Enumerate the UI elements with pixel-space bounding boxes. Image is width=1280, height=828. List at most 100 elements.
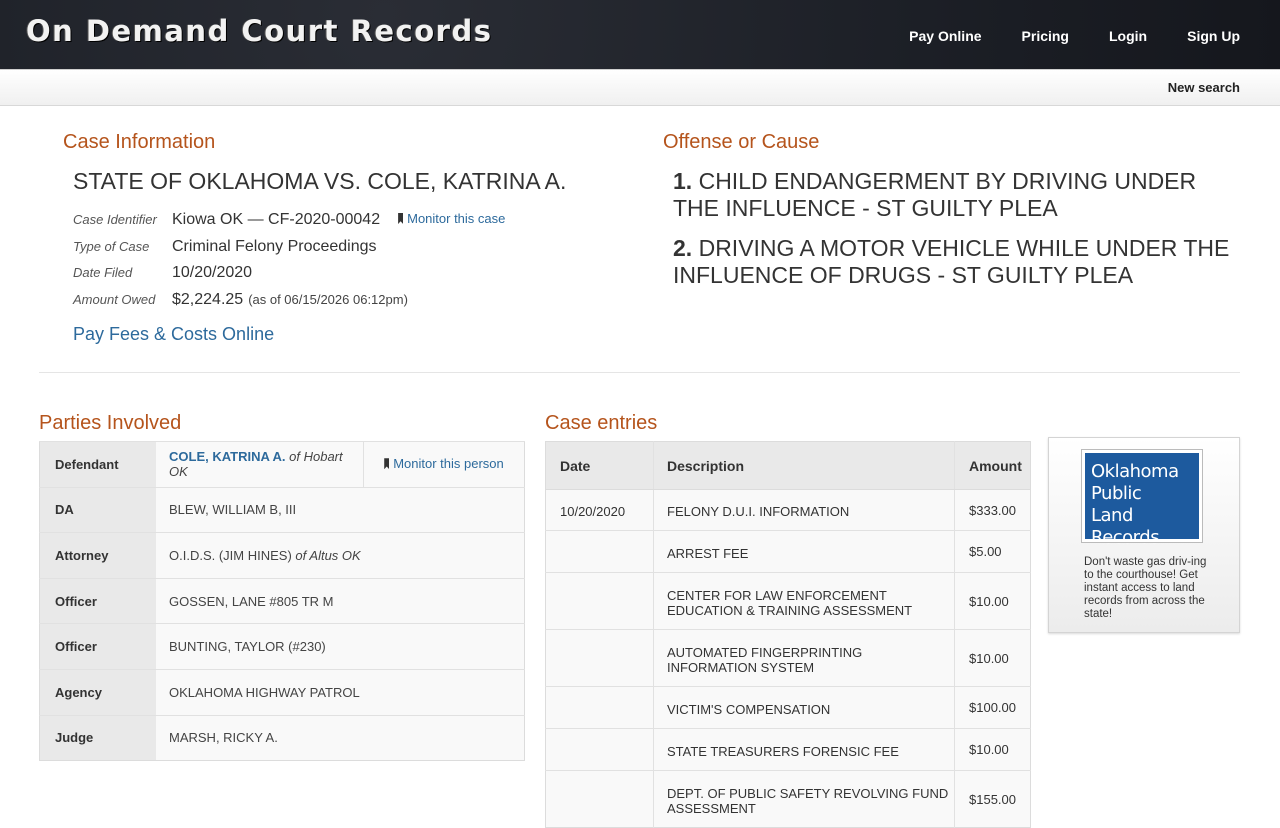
- offense-heading: Offense or Cause: [663, 131, 820, 153]
- entry-amount: $333.00: [954, 489, 1031, 531]
- table-row: 10/20/2020 FELONY D.U.I. INFORMATION $33…: [545, 489, 1031, 531]
- entries-table: Date Description Amount 10/20/2020 FELON…: [545, 441, 1031, 828]
- table-row: Agency OKLAHOMA HIGHWAY PATROL: [39, 668, 525, 716]
- party-role: Attorney: [39, 532, 156, 579]
- defendant-link[interactable]: COLE, KATRINA A.: [169, 449, 286, 464]
- nav-sign-up[interactable]: Sign Up: [1187, 28, 1240, 44]
- party-role: Judge: [39, 714, 156, 761]
- entry-amount: $10.00: [954, 572, 1031, 630]
- bookmark-icon: [384, 458, 390, 470]
- party-role: Agency: [39, 668, 156, 716]
- section-divider: [39, 372, 1240, 373]
- entry-description: CENTER FOR LAW ENFORCEMENT EDUCATION & T…: [653, 572, 955, 630]
- offense-number: 2.: [673, 235, 693, 261]
- site-header: On Demand Court Records Pay Online Prici…: [0, 0, 1280, 69]
- party-role: Officer: [39, 623, 156, 670]
- column-header-description: Description: [653, 441, 955, 490]
- party-name-cell: O.I.D.S. (JIM HINES) of Altus OK: [156, 532, 525, 579]
- pay-fees-link[interactable]: Pay Fees & Costs Online: [73, 324, 274, 345]
- party-name: BUNTING, TAYLOR (#230): [156, 623, 525, 670]
- table-row: Attorney O.I.D.S. (JIM HINES) of Altus O…: [39, 532, 525, 579]
- entry-description: FELONY D.U.I. INFORMATION: [653, 489, 955, 531]
- logo-line: Public: [1091, 483, 1142, 504]
- parties-table: Defendant COLE, KATRINA A. of Hobart OK …: [39, 441, 525, 762]
- bookmark-icon: [398, 213, 404, 224]
- monitor-person-link[interactable]: Monitor this person: [384, 456, 504, 471]
- table-row: DA BLEW, WILLIAM B, III: [39, 486, 525, 533]
- offense-number: 1.: [673, 168, 693, 194]
- table-row: ARREST FEE $5.00: [545, 530, 1031, 573]
- entry-date: [545, 728, 654, 771]
- new-search-link[interactable]: New search: [1168, 80, 1240, 95]
- entry-date: 10/20/2020: [545, 489, 654, 531]
- entry-date: [545, 572, 654, 630]
- entry-description: VICTIM'S COMPENSATION: [653, 686, 955, 729]
- nav-pricing[interactable]: Pricing: [1022, 28, 1069, 44]
- table-row: AUTOMATED FINGERPRINTING INFORMATION SYS…: [545, 629, 1031, 687]
- date-filed-value: 10/20/2020: [172, 264, 253, 281]
- table-row: Officer GOSSEN, LANE #805 TR M: [39, 577, 525, 624]
- entry-description: AUTOMATED FINGERPRINTING INFORMATION SYS…: [653, 629, 955, 687]
- entry-amount: $100.00: [954, 686, 1031, 729]
- entry-description: DEPT. OF PUBLIC SAFETY REVOLVING FUND AS…: [653, 770, 955, 828]
- monitor-cell: Monitor this person: [363, 441, 525, 488]
- entry-amount: $10.00: [954, 629, 1031, 687]
- land-records-ad[interactable]: Oklahoma Public Land Records Don't waste…: [1048, 437, 1240, 633]
- table-row: DEPT. OF PUBLIC SAFETY REVOLVING FUND AS…: [545, 770, 1031, 828]
- case-identifier-value: Kiowa OK — CF-2020-00042: [172, 211, 381, 228]
- field-label: Type of Case: [73, 238, 150, 254]
- offense-list: 1. CHILD ENDANGERMENT BY DRIVING UNDER T…: [673, 168, 1233, 302]
- entry-date: [545, 770, 654, 828]
- entry-date: [545, 686, 654, 729]
- case-type-value: Criminal Felony Proceedings: [172, 237, 377, 255]
- offense-item: 1. CHILD ENDANGERMENT BY DRIVING UNDER T…: [673, 168, 1233, 222]
- offense-text: CHILD ENDANGERMENT BY DRIVING UNDER THE …: [673, 168, 1197, 221]
- party-name: GOSSEN, LANE #805 TR M: [156, 577, 525, 624]
- entry-amount: $10.00: [954, 728, 1031, 771]
- case-info-heading: Case Information: [63, 131, 216, 153]
- amount-owed-value: $2,224.25: [172, 290, 244, 308]
- monitor-person-label: Monitor this person: [393, 456, 504, 472]
- entry-amount: $5.00: [954, 530, 1031, 573]
- ad-text: Don't waste gas driv-ing to the courthou…: [1084, 556, 1207, 620]
- party-role: Officer: [39, 577, 156, 624]
- field-label: Date Filed: [73, 265, 133, 280]
- date-filed-row: Date Filed 10/20/2020: [73, 264, 505, 291]
- entry-amount: $155.00: [954, 770, 1031, 828]
- case-type-row: Type of Case Criminal Felony Proceedings: [73, 238, 505, 265]
- table-row: Judge MARSH, RICKY A.: [39, 714, 525, 761]
- party-name-cell: COLE, KATRINA A. of Hobart OK: [156, 441, 364, 488]
- amount-owed-row: Amount Owed $2,224.25 (as of 06/15/2026 …: [73, 291, 505, 318]
- party-name: BLEW, WILLIAM B, III: [156, 486, 525, 533]
- logo-line: Oklahoma: [1091, 461, 1179, 482]
- column-header-amount: Amount: [954, 441, 1031, 490]
- logo-line: Land Records: [1091, 505, 1160, 548]
- entries-heading: Case entries: [545, 412, 658, 434]
- case-info-fields: Case Identifier Kiowa OK — CF-2020-00042…: [73, 211, 505, 317]
- amount-owed-note: (as of 06/15/2026 06:12pm): [248, 291, 408, 307]
- nav-login[interactable]: Login: [1109, 28, 1147, 44]
- party-role: Defendant: [39, 441, 156, 488]
- entry-description: ARREST FEE: [653, 530, 955, 573]
- nav-pay-online[interactable]: Pay Online: [909, 28, 981, 44]
- table-row: Officer BUNTING, TAYLOR (#230): [39, 623, 525, 670]
- top-nav: Pay Online Pricing Login Sign Up: [869, 28, 1240, 44]
- table-row: STATE TREASURERS FORENSIC FEE $10.00: [545, 728, 1031, 771]
- offense-text: DRIVING A MOTOR VEHICLE WHILE UNDER THE …: [673, 235, 1230, 288]
- case-title: STATE OF OKLAHOMA VS. COLE, KATRINA A.: [73, 168, 567, 194]
- sub-nav-bar: New search: [0, 69, 1280, 106]
- offense-item: 2. DRIVING A MOTOR VEHICLE WHILE UNDER T…: [673, 235, 1233, 289]
- entry-date: [545, 629, 654, 687]
- table-row: CENTER FOR LAW ENFORCEMENT EDUCATION & T…: [545, 572, 1031, 630]
- party-name: MARSH, RICKY A.: [156, 714, 525, 761]
- party-name: OKLAHOMA HIGHWAY PATROL: [156, 668, 525, 716]
- parties-heading: Parties Involved: [39, 412, 182, 434]
- table-header-row: Date Description Amount: [545, 441, 1031, 490]
- monitor-case-link[interactable]: Monitor this case: [398, 211, 505, 226]
- field-label: Amount Owed: [73, 291, 156, 307]
- party-location: of Altus OK: [295, 547, 361, 563]
- entry-description: STATE TREASURERS FORENSIC FEE: [653, 728, 955, 771]
- site-logo[interactable]: On Demand Court Records: [26, 14, 492, 48]
- land-records-logo[interactable]: Oklahoma Public Land Records: [1081, 449, 1203, 548]
- column-header-date: Date: [545, 441, 654, 490]
